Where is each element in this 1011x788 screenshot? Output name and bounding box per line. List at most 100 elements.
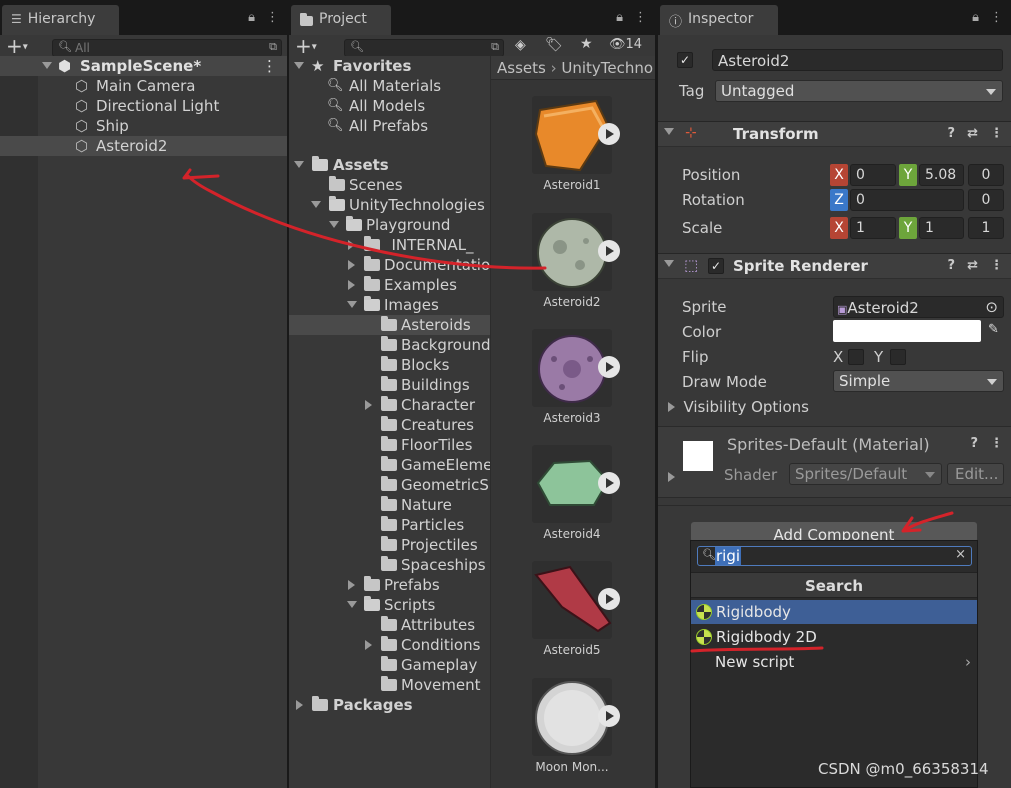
scale-z-field[interactable]: 1 — [968, 217, 1004, 239]
object-name-field[interactable]: Asteroid2 — [712, 49, 1003, 71]
shader-edit-button[interactable]: Edit... — [947, 463, 1004, 485]
preset-icon[interactable]: ⇄ — [967, 258, 978, 273]
tree-gameplay[interactable]: Gameplay — [289, 655, 490, 675]
position-y-axis-label[interactable]: Y — [899, 164, 917, 186]
tree-character[interactable]: Character — [289, 395, 490, 415]
flip-x-checkbox[interactable] — [848, 349, 864, 365]
tree-documentation[interactable]: Documentation — [289, 255, 490, 275]
tree-all-materials[interactable]: 🔍︎ All Materials — [289, 76, 490, 96]
lock-icon[interactable]: 🔒︎ — [972, 10, 979, 25]
scale-y-field[interactable]: 1 — [919, 217, 964, 239]
lock-icon[interactable]: 🔒︎ — [248, 10, 255, 25]
play-icon[interactable] — [598, 588, 620, 610]
tree-conditions[interactable]: Conditions — [289, 635, 490, 655]
shader-dropdown[interactable]: Sprites/Default — [789, 463, 942, 485]
scene-menu-icon[interactable]: ⋮ — [262, 56, 277, 76]
tree-particles[interactable]: Particles — [289, 515, 490, 535]
asset-tile-asteroid4[interactable]: Asteroid4 — [531, 445, 620, 541]
rotation-z-axis-label[interactable]: Z — [830, 189, 848, 211]
expand-arrow-icon[interactable] — [347, 301, 357, 308]
kebab-menu-icon[interactable]: ⋮ — [990, 10, 1003, 25]
tree-buildings[interactable]: Buildings — [289, 375, 490, 395]
kebab-menu-icon[interactable]: ⋮ — [634, 10, 647, 25]
filter-by-type-icon[interactable]: ◈ — [515, 37, 526, 53]
asset-tile-asteroid5[interactable]: Asteroid5 — [531, 561, 620, 657]
play-icon[interactable] — [598, 123, 620, 145]
scale-y-axis-label[interactable]: Y — [899, 217, 917, 239]
expand-arrow-icon[interactable] — [329, 221, 339, 228]
favorite-star-icon[interactable]: ★ — [580, 36, 593, 52]
sprite-renderer-enabled-checkbox[interactable]: ✓ — [708, 258, 724, 274]
collapse-arrow-icon[interactable] — [296, 700, 303, 710]
collapse-arrow-icon[interactable] — [668, 472, 675, 482]
tag-dropdown[interactable]: Untagged — [715, 80, 1003, 102]
collapse-arrow-icon[interactable] — [365, 640, 372, 650]
tree-prefabs[interactable]: Prefabs — [289, 575, 490, 595]
tree-playground[interactable]: Playground — [289, 215, 490, 235]
expand-arrow-icon[interactable] — [664, 128, 674, 135]
scale-x-axis-label[interactable]: X — [830, 217, 848, 239]
asset-tile-moon[interactable]: Moon Mon... — [531, 678, 620, 774]
component-menu-icon[interactable]: ⋮ — [990, 258, 1003, 273]
help-icon[interactable]: ? — [970, 436, 978, 451]
position-x-axis-label[interactable]: X — [830, 164, 848, 186]
scene-row[interactable]: ⬢ SampleScene* ⋮ — [0, 56, 287, 76]
tree-geometricshapes[interactable]: GeometricSI — [289, 475, 490, 495]
tree-blocks[interactable]: Blocks — [289, 355, 490, 375]
tree-scripts[interactable]: Scripts — [289, 595, 490, 615]
tree-spaceships[interactable]: Spaceships — [289, 555, 490, 575]
play-icon[interactable] — [598, 472, 620, 494]
eyedropper-icon[interactable]: ✎ — [988, 322, 999, 337]
clear-icon[interactable]: × — [955, 547, 966, 562]
breadcrumb-item[interactable]: Assets — [497, 59, 546, 77]
tree-movement[interactable]: Movement — [289, 675, 490, 695]
rotation-z-field[interactable]: 0 — [850, 189, 964, 211]
play-icon[interactable] — [598, 240, 620, 262]
breadcrumb-item[interactable]: UnityTechno — [561, 59, 653, 77]
add-component-button[interactable]: Add Component — [691, 522, 977, 542]
asset-tile-asteroid3[interactable]: Asteroid3 — [531, 329, 620, 425]
filter-by-label-icon[interactable]: 🏷︎ — [545, 37, 563, 53]
tree-asteroids[interactable]: Asteroids — [289, 315, 490, 335]
tree-projectiles[interactable]: Projectiles — [289, 535, 490, 555]
tree-scenes[interactable]: Scenes — [289, 175, 490, 195]
asset-tile-asteroid1[interactable]: Asteroid1 — [531, 96, 620, 192]
play-icon[interactable] — [598, 705, 620, 727]
project-search-input[interactable]: 🔍︎ ⧉ — [344, 39, 504, 57]
hierarchy-search-input[interactable]: 🔍︎ All ⧉ — [52, 39, 282, 57]
hierarchy-item-asteroid2[interactable]: ⬡ Asteroid2 — [0, 136, 287, 156]
position-z-field[interactable]: 0 — [968, 164, 1004, 186]
tree-gameelements[interactable]: GameEleme — [289, 455, 490, 475]
expand-arrow-icon[interactable] — [347, 601, 357, 608]
component-search-input[interactable]: 🔍︎ rigi × — [697, 546, 972, 566]
tab-inspector[interactable]: ⓘ Inspector — [660, 5, 778, 35]
help-icon[interactable]: ? — [948, 258, 956, 273]
transform-header[interactable]: ⊹ Transform ? ⇄ ⋮ — [658, 121, 1011, 147]
collapse-arrow-icon[interactable] — [348, 260, 355, 270]
active-checkbox[interactable]: ✓ — [677, 52, 693, 68]
asset-tile-asteroid2[interactable]: Asteroid2 — [531, 213, 620, 309]
rotation-w-field[interactable]: 0 — [968, 189, 1004, 211]
preset-icon[interactable]: ⇄ — [967, 126, 978, 141]
create-dropdown[interactable]: +▾ — [295, 36, 317, 58]
popup-item-rigidbody[interactable]: Rigidbody — [691, 600, 977, 624]
collapse-arrow-icon[interactable] — [348, 580, 355, 590]
popup-item-new-script[interactable]: New script › — [691, 650, 977, 674]
popup-item-rigidbody-2d[interactable]: Rigidbody 2D — [691, 625, 977, 649]
object-picker-icon[interactable]: ⊙ — [985, 298, 998, 316]
tree-images[interactable]: Images — [289, 295, 490, 315]
expand-arrow-icon[interactable] — [42, 62, 52, 69]
hidden-packages-icon[interactable]: 👁︎14 — [609, 37, 642, 52]
tree-nature[interactable]: Nature — [289, 495, 490, 515]
tree-favorites[interactable]: ★ Favorites — [289, 56, 490, 76]
expand-arrow-icon[interactable] — [664, 260, 674, 267]
collapse-arrow-icon[interactable] — [348, 280, 355, 290]
draw-mode-dropdown[interactable]: Simple — [833, 370, 1004, 392]
tab-hierarchy[interactable]: ☰ Hierarchy — [2, 5, 119, 35]
collapse-arrow-icon[interactable] — [348, 240, 355, 250]
create-dropdown[interactable]: +▾ — [6, 36, 28, 58]
tree-examples[interactable]: Examples — [289, 275, 490, 295]
tree-unitytechnologies[interactable]: UnityTechnologies — [289, 195, 490, 215]
tree-assets[interactable]: Assets — [289, 155, 490, 175]
color-swatch[interactable] — [833, 320, 981, 342]
